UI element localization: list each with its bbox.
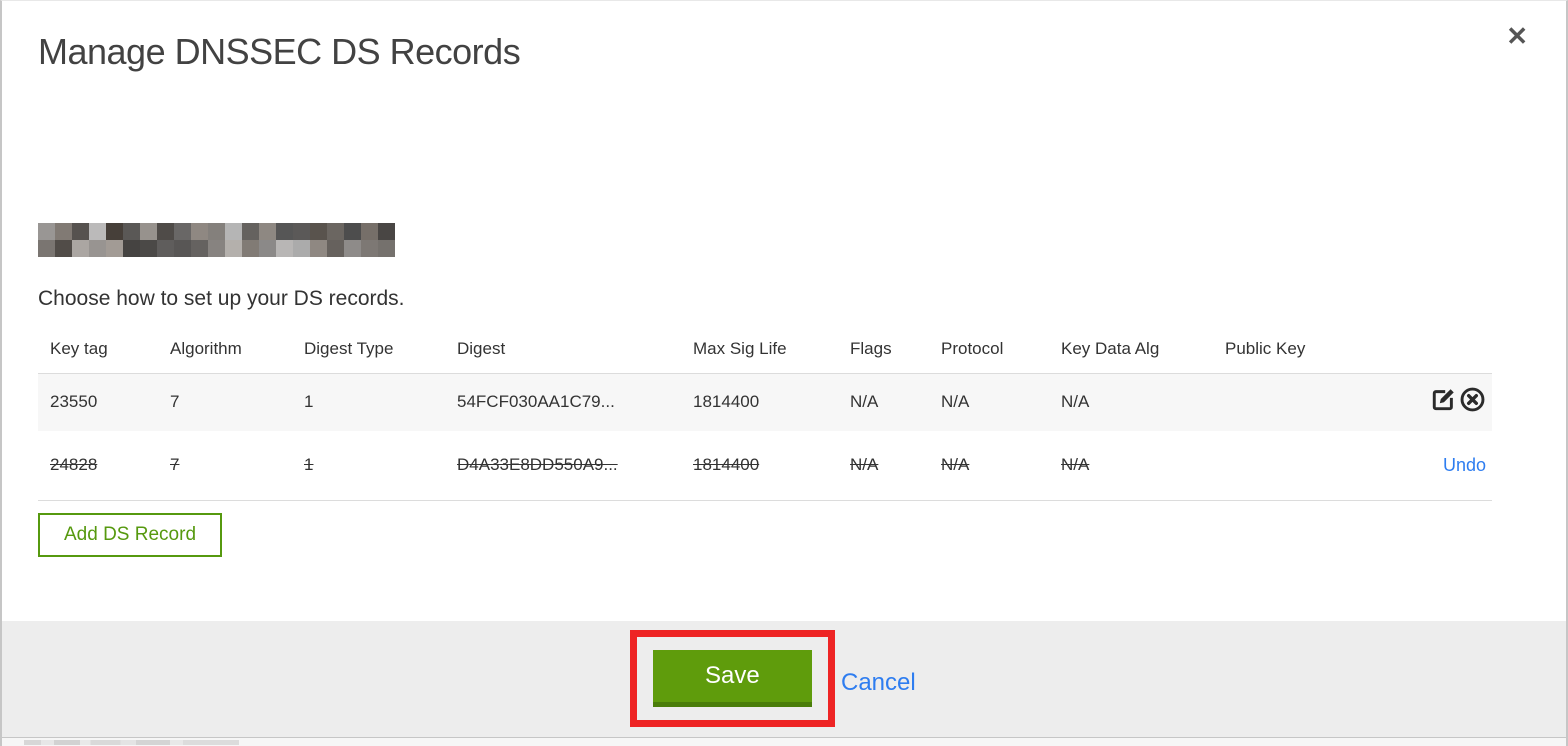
- cell-flags: N/A: [850, 392, 879, 412]
- cell-digest-type: 1: [304, 392, 314, 412]
- cell-digest: 54FCF030AA1C79...: [457, 392, 615, 412]
- cell-digest: D4A33E8DD550A9...: [457, 455, 618, 475]
- add-ds-record-button[interactable]: Add DS Record: [38, 513, 223, 557]
- col-header-protocol: Protocol: [941, 339, 1004, 358]
- cell-key-tag: 24828: [50, 455, 98, 475]
- cell-max-sig-life: 1814400: [693, 392, 760, 412]
- edit-record-icon[interactable]: [1430, 386, 1457, 413]
- cell-actions: [1342, 374, 1492, 431]
- cell-digest-type: 1: [304, 455, 314, 475]
- close-icon[interactable]: ✕: [1506, 23, 1528, 49]
- cell-actions: Undo: [1342, 431, 1492, 501]
- modal-body: Manage DNSSEC DS Records ✕ Choose how to…: [2, 1, 1566, 621]
- delete-record-icon[interactable]: [1459, 386, 1486, 413]
- table-row: 23550 7 1 54FCF030AA1C79... 1814400 N/A …: [38, 373, 1492, 431]
- cell-flags: N/A: [850, 455, 879, 475]
- page-title: Manage DNSSEC DS Records: [38, 31, 521, 72]
- redacted-domain-name: [38, 223, 395, 257]
- col-header-flags: Flags: [850, 339, 892, 358]
- col-header-algorithm: Algorithm: [170, 339, 242, 358]
- col-header-digest: Digest: [457, 339, 506, 358]
- col-header-key-tag: Key tag: [50, 339, 108, 358]
- dnssec-ds-records-dialog: Manage DNSSEC DS Records ✕ Choose how to…: [0, 0, 1568, 746]
- save-button[interactable]: Save: [653, 650, 812, 707]
- cell-algorithm: 7: [170, 455, 180, 475]
- instruction-text: Choose how to set up your DS records.: [38, 287, 405, 310]
- undo-link[interactable]: Undo: [1443, 455, 1486, 475]
- col-header-key-data-alg: Key Data Alg: [1061, 339, 1160, 358]
- col-header-max-sig-life: Max Sig Life: [693, 339, 787, 358]
- table-row: 24828 7 1 D4A33E8DD550A9... 1814400 N/A …: [38, 430, 1492, 501]
- cell-public-key: [1213, 374, 1342, 431]
- underlying-page-blur: [24, 740, 239, 745]
- underlying-page-edge: [2, 737, 1566, 746]
- cell-protocol: N/A: [941, 455, 970, 475]
- cell-key-data-alg: N/A: [1061, 455, 1090, 475]
- cancel-link[interactable]: Cancel: [841, 669, 916, 697]
- cell-key-tag: 23550: [50, 392, 98, 412]
- col-header-public-key: Public Key: [1225, 339, 1306, 358]
- table-header-row: Key tag Algorithm Digest Type Digest Max…: [38, 331, 1492, 374]
- col-header-digest-type: Digest Type: [304, 339, 394, 358]
- modal-footer: Save Cancel: [2, 621, 1566, 737]
- cell-algorithm: 7: [170, 392, 180, 412]
- cell-protocol: N/A: [941, 392, 970, 412]
- annotation-red-box: Save: [630, 630, 835, 727]
- col-header-actions: [1342, 331, 1492, 374]
- cell-key-data-alg: N/A: [1061, 392, 1090, 412]
- ds-records-table: Key tag Algorithm Digest Type Digest Max…: [38, 331, 1492, 501]
- cell-max-sig-life: 1814400: [693, 455, 760, 475]
- cell-public-key: [1213, 431, 1342, 501]
